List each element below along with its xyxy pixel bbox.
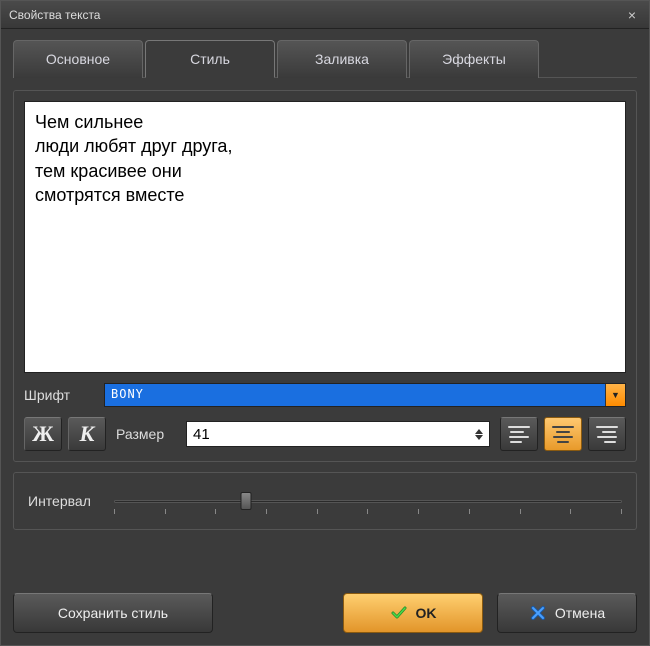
ok-button[interactable]: OK: [343, 593, 483, 633]
dialog-footer: Сохранить стиль OK Отмена: [1, 585, 649, 645]
align-left-button[interactable]: [500, 417, 538, 451]
italic-button[interactable]: К: [68, 417, 106, 451]
titlebar: Свойства текста ×: [1, 1, 649, 29]
interval-label: Интервал: [28, 493, 98, 509]
tab-fill[interactable]: Заливка: [277, 40, 407, 78]
slider-thumb[interactable]: [241, 492, 252, 510]
font-select-value: BONY: [105, 384, 605, 406]
tab-effects[interactable]: Эффекты: [409, 40, 539, 78]
slider-track: [114, 500, 622, 503]
size-label: Размер: [116, 426, 176, 442]
window-title: Свойства текста: [9, 8, 100, 22]
check-icon: [390, 604, 408, 622]
text-properties-dialog: Свойства текста × Основное Стиль Заливка…: [0, 0, 650, 646]
chevron-down-icon[interactable]: ▼: [605, 384, 625, 406]
align-center-button[interactable]: [544, 417, 582, 451]
tab-main[interactable]: Основное: [13, 40, 143, 78]
align-right-button[interactable]: [588, 417, 626, 451]
size-spinner: [475, 429, 483, 440]
cross-icon: [529, 604, 547, 622]
text-preview[interactable]: Чем сильнее люди любят друг друга, тем к…: [24, 101, 626, 373]
slider-ticks: [114, 509, 622, 514]
tab-style[interactable]: Стиль: [145, 40, 275, 78]
interval-panel: Интервал: [13, 472, 637, 530]
close-icon[interactable]: ×: [623, 6, 641, 24]
tab-bar: Основное Стиль Заливка Эффекты: [13, 39, 637, 78]
cancel-button[interactable]: Отмена: [497, 593, 637, 633]
size-value: 41: [193, 426, 210, 443]
save-style-button[interactable]: Сохранить стиль: [13, 593, 213, 633]
font-select[interactable]: BONY ▼: [104, 383, 626, 407]
font-label: Шрифт: [24, 387, 94, 403]
spinner-down-icon[interactable]: [475, 435, 483, 440]
style-panel: Чем сильнее люди любят друг друга, тем к…: [13, 90, 637, 462]
bold-button[interactable]: Ж: [24, 417, 62, 451]
interval-slider[interactable]: [114, 491, 622, 511]
spinner-up-icon[interactable]: [475, 429, 483, 434]
size-input[interactable]: 41: [186, 421, 490, 447]
